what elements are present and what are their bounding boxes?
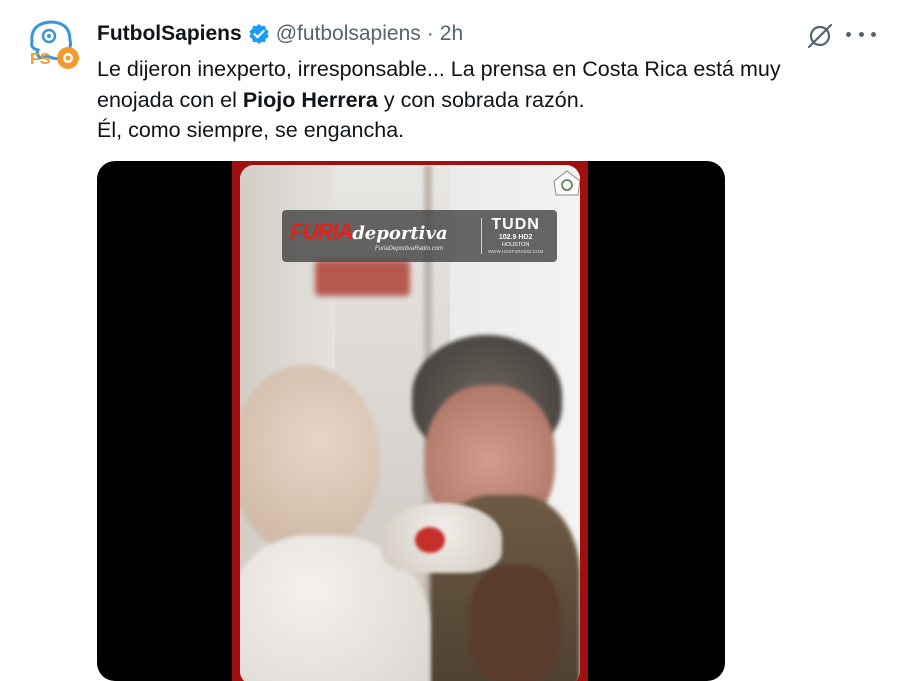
tweet-header: FutbolSapiens @futbolsapiens · 2h <box>97 20 463 48</box>
tweet-line-2: enojada con el Piojo Herrera y con sobra… <box>97 85 887 116</box>
display-name[interactable]: FutbolSapiens <box>97 22 242 46</box>
more-dot <box>871 31 876 37</box>
separator-dot: · <box>426 22 434 45</box>
more-dot <box>858 31 864 37</box>
video-person-head-left <box>240 365 380 555</box>
more-dot <box>846 31 851 37</box>
more-icon[interactable] <box>846 22 876 46</box>
verified-badge-icon[interactable] <box>248 23 270 45</box>
video-cap-logo <box>415 527 445 553</box>
station-frequency: 102.9 HD2 <box>498 234 533 241</box>
video-red-sign <box>315 260 410 296</box>
tweet-line-2-start: enojada con el <box>97 87 243 112</box>
tweet-line-2-end: y con sobrada razón. <box>377 87 585 112</box>
brand-site-text: FuriaDeportivaRadio.com <box>375 246 444 252</box>
video-player[interactable]: FURIAdeportiva FuriaDeportivaRadio.com T… <box>97 161 725 681</box>
brand-separator <box>481 218 482 254</box>
brand-red-text: FURIA <box>290 219 353 244</box>
watermark-icon <box>552 169 580 197</box>
tweet-text: Le dijeron inexperto, irresponsable... L… <box>97 54 887 146</box>
broadcaster-logo-overlay: FURIAdeportiva FuriaDeportivaRadio.com T… <box>282 210 557 262</box>
station-site: WWW.HOSTVRADIO.COM <box>488 249 544 254</box>
video-still: FURIAdeportiva FuriaDeportivaRadio.com T… <box>240 165 580 681</box>
video-frame: FURIAdeportiva FuriaDeportivaRadio.com T… <box>232 161 588 681</box>
station-name: TUDN <box>491 216 540 233</box>
avatar-letters: FS <box>30 51 51 68</box>
avatar[interactable]: FS <box>24 18 82 76</box>
tweet-line-3: Él, como siempre, se engancha. <box>97 118 405 142</box>
furia-deportiva-logo: FURIAdeportiva FuriaDeportivaRadio.com <box>290 219 475 253</box>
grok-icon[interactable] <box>806 22 834 50</box>
timestamp[interactable]: 2h <box>440 22 463 46</box>
station-city: HOUSTON <box>501 242 530 248</box>
video-person-foreground <box>470 565 560 681</box>
tudn-logo: TUDN 102.9 HD2 HOUSTON WWW.HOSTVRADIO.CO… <box>488 217 543 255</box>
tweet-line-1: Le dijeron inexperto, irresponsable... L… <box>97 57 781 81</box>
mention-piojo-herrera: Piojo Herrera <box>242 87 378 112</box>
handle[interactable]: @futbolsapiens <box>276 22 421 46</box>
brand-white-text: deportiva <box>352 223 448 244</box>
